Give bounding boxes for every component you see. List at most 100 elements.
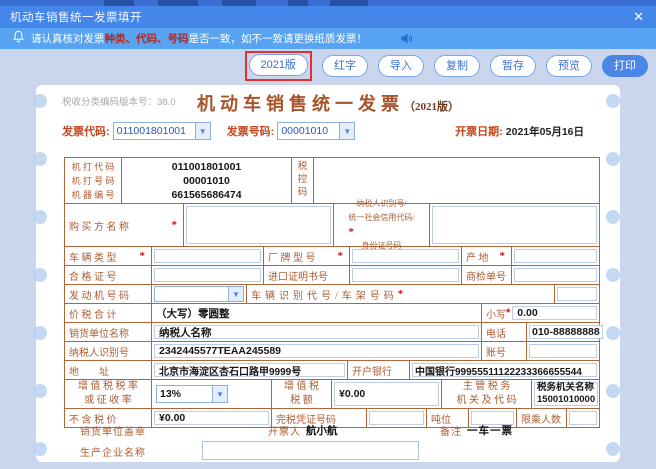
cert-no-cell [151,266,263,284]
remark-label: 备注 [440,423,462,438]
red-invoice-button[interactable]: 红字 [322,55,368,77]
machine-id-value: 661565686474 [171,188,241,202]
vin-cell [554,285,599,303]
cert-no-label: 合 格 证 号 [65,266,151,284]
decor-dot [33,268,47,282]
origin-field[interactable] [514,249,597,263]
decor-dot [33,152,47,166]
remark-line: 备注 一车一票 [440,422,513,438]
required-asterisk: * [140,250,148,262]
passengers-label: 限乘人数 [516,409,566,427]
passengers-field[interactable] [569,411,597,425]
save-draft-button[interactable]: 暂存 [490,55,536,77]
decor-dot [33,384,47,398]
seller-stamp-label: 销货单位盖章 [80,422,146,438]
tax-cert-field[interactable] [369,411,424,425]
account-field[interactable] [529,344,597,358]
required-asterisk: * [338,250,346,262]
invoice-code-select[interactable]: 011001801001 ▼ [113,122,211,140]
vat-amount-value: ¥0.00 [335,388,369,400]
manufacturer-line: 生产企业名称 [80,443,480,459]
invoice-code-label: 发票代码: [62,123,110,139]
cert-no-field[interactable] [154,268,261,282]
issue-date-label: 开票日期: [455,123,503,139]
passengers-cell [566,409,599,427]
toolbar: 2021版 红字 导入 复制 暂存 预览 打印 [0,51,648,81]
vehicle-type-field[interactable] [154,249,261,263]
tax-office-label: 主 管 税 务机 关 及 代 码 [441,380,531,408]
invoice-title: 机动车销售统一发票（2021版） [36,90,620,116]
inspection-no-field[interactable] [514,268,597,282]
window-title: 机动车销售统一发票填开 [10,9,142,25]
decor-dot [606,152,620,166]
bank-box[interactable]: 中国银行99955511122233366655544 [412,363,597,377]
invoice-number-select[interactable]: 00001010 ▼ [277,122,355,140]
bank-cell: 中国银行99955511122233366655544 [409,361,599,379]
notice-suffix: 是否一致，如不一致请更换纸质发票！ [189,33,368,45]
remark-value: 一车一票 [467,423,513,438]
net-price-box[interactable]: ¥0.00 [154,411,269,425]
phone-label: 电话 [481,323,526,341]
invoice-title-text: 机动车销售统一发票 [197,94,404,114]
phone-box[interactable]: 010-88888888 [529,325,603,339]
address-box[interactable]: 北京市海淀区杏石口路甲9999号 [154,363,345,377]
vin-field[interactable] [557,287,597,301]
account-label: 账号 [481,342,526,360]
brand-model-cell [349,247,461,265]
import-button[interactable]: 导入 [378,55,424,77]
seller-name-label: 销货单位名称 [65,323,151,341]
total-small-box[interactable]: 0.00 [512,306,597,320]
machine-code-values: 011001801001 00001010 661565686474 [121,158,291,203]
preview-button[interactable]: 预览 [546,55,592,77]
drawer-line: 开票人 航小航 [268,422,338,438]
vin-label: 车辆识别代号/车架号码* [246,285,554,303]
phone-value: 010-88888888 [530,326,602,338]
buyer-name-field[interactable] [186,206,331,244]
decor-dot [33,94,47,108]
version-2021-button[interactable]: 2021版 [249,54,308,76]
origin-label: 产 地* [461,247,511,265]
buyer-taxid-field[interactable] [432,206,597,244]
chevron-down-icon[interactable]: ▼ [195,123,210,139]
chevron-down-icon[interactable]: ▼ [212,386,227,402]
seller-name-cell: 纳税人名称 [151,323,481,341]
inspection-no-cell [511,266,599,284]
chevron-down-icon[interactable]: ▼ [228,287,243,301]
required-asterisk: * [398,288,408,300]
import-cert-label: 进口证明书号 [263,266,349,284]
address-cell: 北京市海淀区杏石口路甲9999号 [151,361,347,379]
tax-office-code: 15001010000 [537,394,595,406]
decor-dot [33,326,47,340]
decor-dot [33,442,47,456]
copy-button[interactable]: 复制 [434,55,480,77]
vehicle-type-label: 车 辆 类 型* [65,247,151,265]
tax-control-label-cell: 税控码 [291,158,313,203]
speaker-icon[interactable] [400,32,413,50]
seller-taxid-box[interactable]: 2342445577TEAA245589 [154,344,479,358]
manufacturer-input[interactable] [202,441,419,460]
total-small-value: 0.00 [513,307,541,319]
print-button[interactable]: 打印 [602,55,648,77]
decor-dot [606,384,620,398]
buyer-taxid-cell [429,204,599,246]
invoice-code-value: 011001801001 [114,125,195,137]
seller-name-box[interactable]: 纳税人名称 [154,325,479,339]
invoice-code-row: 发票代码: 011001801001 ▼ 发票号码: 00001010 ▼ 开票… [62,122,602,140]
total-in-words: （大写）零圆整 [151,304,481,322]
issue-date: 开票日期: 2021年05月16日 [455,122,584,140]
vat-rate-select[interactable]: 13% ▼ [156,385,228,403]
chevron-down-icon[interactable]: ▼ [339,123,354,139]
vat-amount-box[interactable]: ¥0.00 [334,382,439,406]
tax-office-box[interactable]: 税务机关名称 15001010000 [534,382,598,406]
close-icon[interactable]: ✕ [633,9,644,25]
brand-model-field[interactable] [352,249,459,263]
inspection-no-label: 商检单号 [461,266,511,284]
total-small-cell: 小写 * 0.00 [481,304,599,322]
manufacturer-label: 生产企业名称 [80,444,146,459]
required-asterisk: * [348,225,414,239]
import-cert-cell [349,266,461,284]
invoice-number-value: 00001010 [278,125,339,137]
red-highlight-box: 2021版 [245,51,312,81]
import-cert-field[interactable] [352,268,459,282]
engine-no-select[interactable]: ▼ [154,286,244,302]
